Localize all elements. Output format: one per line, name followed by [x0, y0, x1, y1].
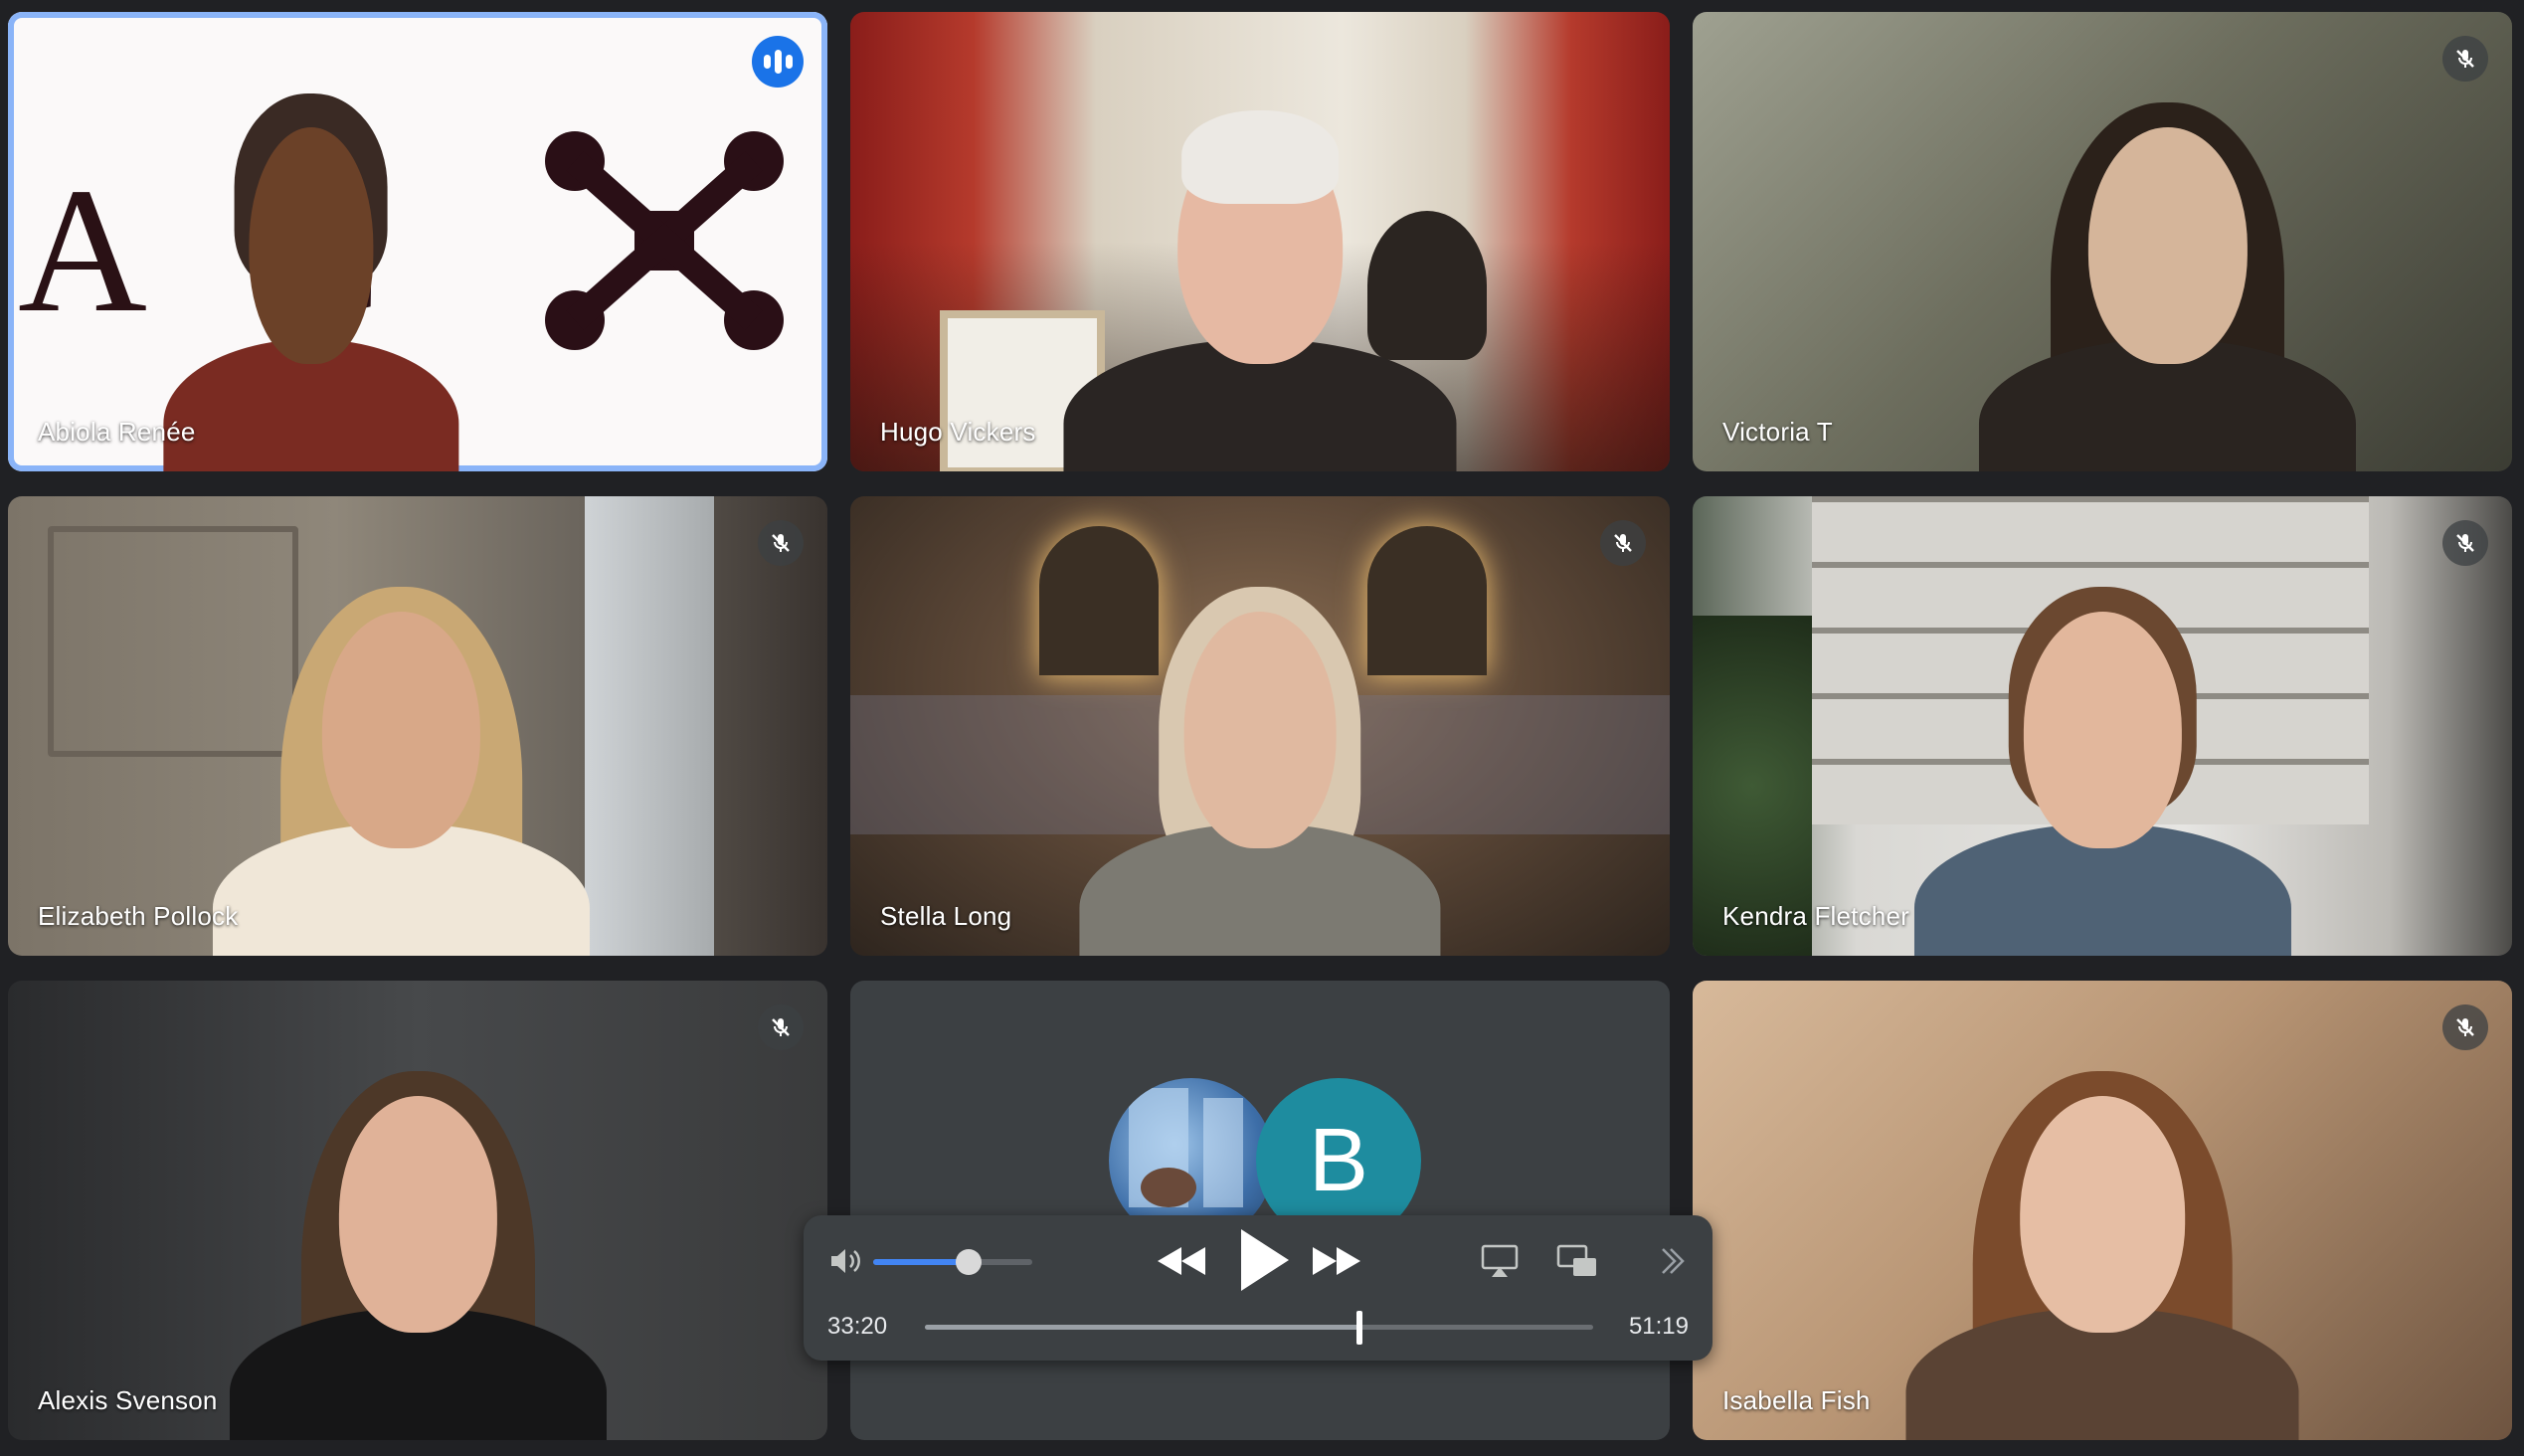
participant-video	[1913, 570, 2291, 956]
seek-progress	[925, 1325, 1359, 1330]
mic-off-icon	[2442, 36, 2488, 82]
mic-off-icon	[758, 1004, 804, 1050]
seek-handle[interactable]	[1355, 1311, 1362, 1345]
participant-tile-isabella[interactable]: Isabella Fish	[1693, 981, 2512, 1440]
participant-name: Kendra Fletcher	[1722, 901, 1909, 931]
volume-handle[interactable]	[956, 1249, 982, 1275]
mic-off-icon	[2442, 1004, 2488, 1050]
participant-tile-elizabeth[interactable]: Elizabeth Pollock	[8, 496, 827, 956]
volume-icon[interactable]	[827, 1243, 865, 1279]
participant-tile-kendra[interactable]: Kendra Fletcher	[1693, 496, 2512, 956]
participant-video	[1063, 86, 1457, 471]
total-time: 51:19	[1628, 1313, 1689, 1340]
mic-off-icon	[2442, 520, 2488, 566]
participant-video	[213, 570, 591, 956]
participant-name: Victoria T	[1722, 417, 1833, 447]
participant-video	[1979, 86, 2357, 471]
participant-tile-stella[interactable]: Stella Long	[850, 496, 1670, 956]
participant-tile-victoria[interactable]: Victoria T	[1693, 12, 2512, 471]
chevron-double-right-icon[interactable]	[1657, 1245, 1689, 1277]
media-player: 33:20 51:19	[804, 1215, 1713, 1361]
participant-name: Abiola Renée	[38, 417, 196, 447]
rewind-icon[interactable]	[1156, 1241, 1207, 1281]
logo-mark-icon	[545, 131, 784, 350]
fast-forward-icon[interactable]	[1311, 1241, 1362, 1281]
mic-off-icon	[758, 520, 804, 566]
speaking-indicator-icon	[752, 36, 804, 88]
participant-video	[1905, 1054, 2299, 1440]
participant-tile-alexis[interactable]: Alexis Svenson	[8, 981, 827, 1440]
current-time: 33:20	[827, 1313, 888, 1340]
meeting-stage: A C Abiola Renée Hugo Vickers Victoria T…	[0, 0, 2524, 1456]
volume-fill	[873, 1259, 969, 1265]
volume-slider[interactable]	[873, 1249, 1032, 1275]
mic-off-icon	[1600, 520, 1646, 566]
participant-name: Hugo Vickers	[880, 417, 1036, 447]
avatar-initial: B	[1308, 1110, 1369, 1210]
picture-in-picture-icon[interactable]	[1555, 1243, 1599, 1279]
airplay-icon[interactable]	[1480, 1243, 1520, 1279]
participant-video	[229, 1054, 607, 1440]
participant-name: Elizabeth Pollock	[38, 901, 239, 931]
seek-bar[interactable]	[925, 1311, 1593, 1345]
participant-name: Alexis Svenson	[38, 1385, 218, 1415]
participant-name: Isabella Fish	[1722, 1385, 1871, 1415]
play-icon[interactable]	[1233, 1225, 1293, 1295]
participant-tile-hugo[interactable]: Hugo Vickers	[850, 12, 1670, 471]
participant-video	[1079, 570, 1441, 956]
participant-video	[163, 86, 459, 471]
participant-tile-others[interactable]: B	[850, 981, 1670, 1440]
participant-tile-abiola[interactable]: A C Abiola Renée	[8, 12, 827, 471]
participant-name: Stella Long	[880, 901, 1012, 931]
